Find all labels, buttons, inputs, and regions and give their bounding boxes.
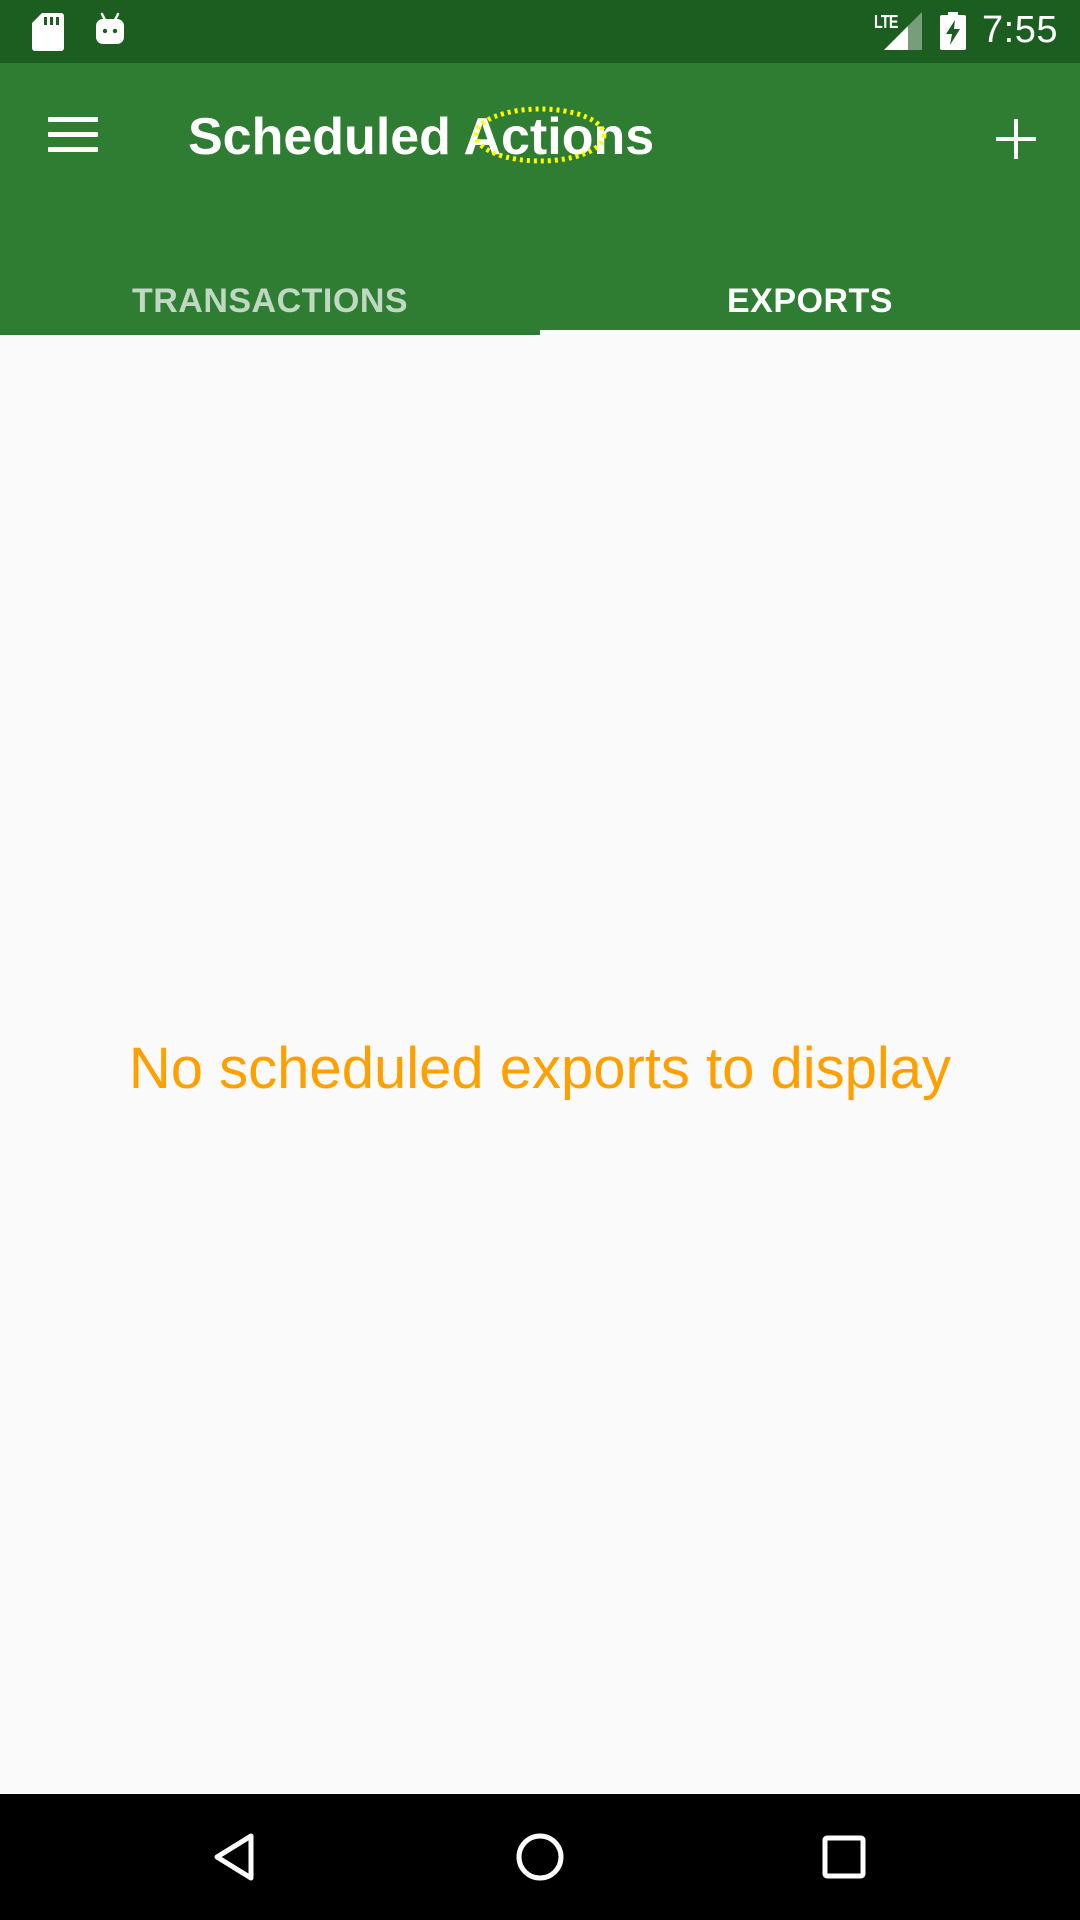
hamburger-menu-icon: [48, 117, 98, 153]
status-bar: LTE 7:55: [0, 0, 1080, 63]
exports-list-area: No scheduled exports to display: [0, 335, 1080, 1794]
tap-indicator-icon: [473, 106, 607, 164]
system-navigation-bar: [0, 1794, 1080, 1920]
home-button[interactable]: [490, 1812, 590, 1902]
back-button[interactable]: [186, 1812, 286, 1902]
home-icon: [516, 1833, 564, 1881]
status-clock: 7:55: [982, 9, 1058, 51]
navigation-drawer-button[interactable]: [24, 89, 122, 171]
screen: LTE 7:55 Scheduled Actions TRANSACTIONS …: [0, 0, 1080, 1920]
tab-transactions[interactable]: TRANSACTIONS: [0, 263, 540, 335]
android-icon: [96, 12, 124, 44]
recents-icon: [822, 1835, 866, 1879]
sd-card-icon: [32, 13, 64, 51]
signal-icon: [884, 12, 922, 50]
recents-button[interactable]: [794, 1812, 894, 1902]
tab-bar: TRANSACTIONS EXPORTS: [0, 263, 1080, 335]
back-icon: [214, 1833, 254, 1881]
app-bar: Scheduled Actions TRANSACTIONS EXPORTS: [0, 63, 1080, 335]
add-scheduled-action-button[interactable]: [976, 99, 1056, 179]
battery-charging-icon: [940, 12, 966, 50]
empty-state-message: No scheduled exports to display: [128, 1036, 952, 1101]
tab-exports[interactable]: EXPORTS: [540, 263, 1080, 335]
plus-icon: [996, 119, 1036, 159]
